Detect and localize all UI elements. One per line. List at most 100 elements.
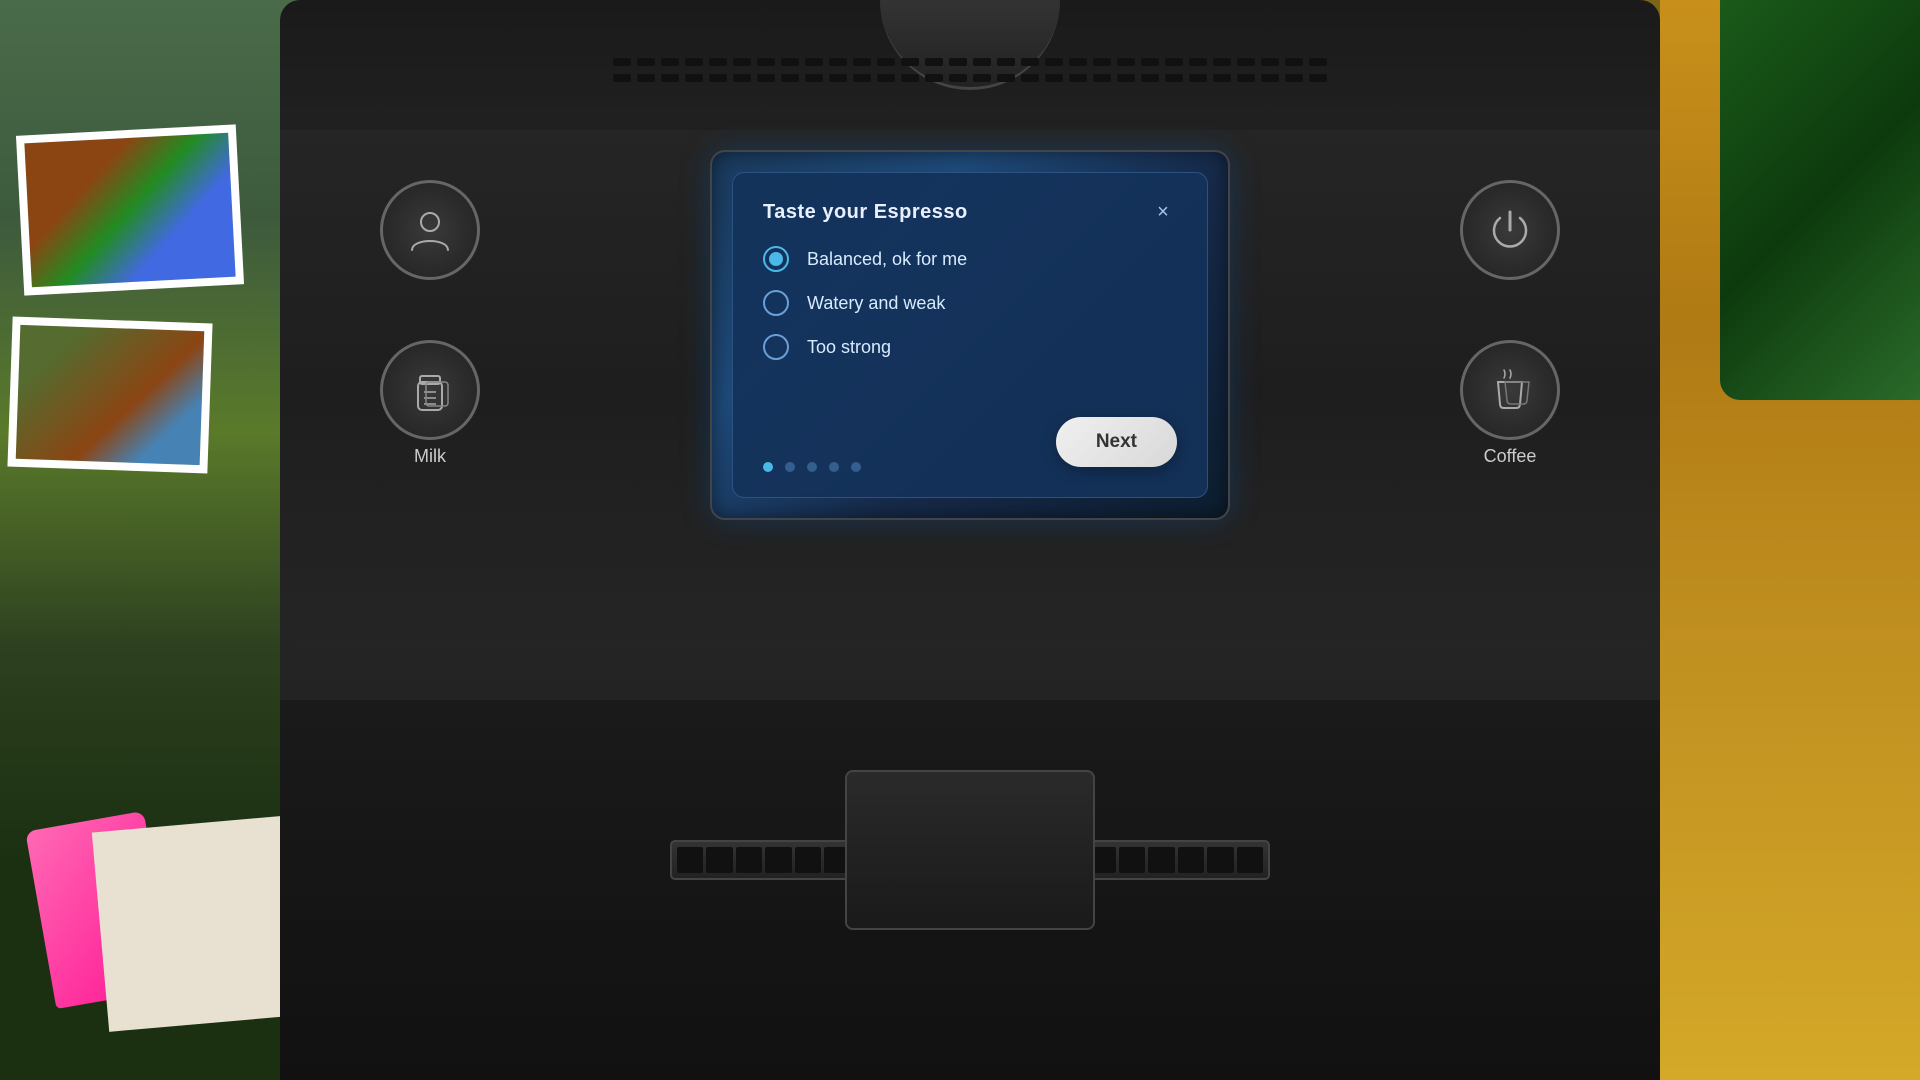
- vent-slot: [709, 74, 727, 82]
- espresso-machine-body: Milk Taste your Espresso × Balanced, ok: [280, 0, 1660, 1080]
- power-button[interactable]: [1460, 180, 1560, 280]
- vent-slot: [1093, 58, 1111, 66]
- vent-slot: [1285, 74, 1303, 82]
- vent-slot: [829, 74, 847, 82]
- vent-slot: [901, 74, 919, 82]
- vent-slot: [1189, 58, 1207, 66]
- vent-slot: [1021, 58, 1039, 66]
- vent-row-1: [613, 58, 1327, 66]
- option-strong[interactable]: Too strong: [763, 334, 1177, 360]
- vent-slot: [829, 58, 847, 66]
- vent-slot: [805, 58, 823, 66]
- left-background-area: [0, 0, 320, 1080]
- dialog-title: Taste your Espresso: [763, 201, 968, 224]
- vent-slot: [1069, 74, 1087, 82]
- coffee-button[interactable]: Coffee: [1460, 340, 1560, 440]
- vent-slot: [757, 58, 775, 66]
- vent-slot: [1141, 58, 1159, 66]
- vent-slot: [1045, 74, 1063, 82]
- person-icon: [404, 204, 456, 256]
- progress-dot-3: [807, 462, 817, 472]
- vent-slot: [853, 58, 871, 66]
- close-button[interactable]: ×: [1149, 198, 1177, 226]
- radio-balanced[interactable]: [763, 246, 789, 272]
- vent-slot: [1165, 58, 1183, 66]
- vent-slot: [1261, 58, 1279, 66]
- vent-slot: [781, 74, 799, 82]
- progress-dot-1: [763, 462, 773, 472]
- progress-dot-4: [829, 462, 839, 472]
- coffee-button-label: Coffee: [1484, 446, 1537, 467]
- vent-slot: [1045, 58, 1063, 66]
- option-balanced-label: Balanced, ok for me: [807, 249, 967, 270]
- vent-slot: [973, 74, 991, 82]
- vent-slot: [877, 74, 895, 82]
- vent-slot: [1093, 74, 1111, 82]
- vent-slot: [1237, 74, 1255, 82]
- vent-slot: [1309, 58, 1327, 66]
- vent-slot: [637, 74, 655, 82]
- vent-slot: [1309, 74, 1327, 82]
- milk-button-label: Milk: [414, 446, 446, 467]
- machine-bottom-section: [280, 700, 1660, 1080]
- vent-slot: [1213, 74, 1231, 82]
- vent-slot: [757, 74, 775, 82]
- vent-slot: [925, 58, 943, 66]
- green-object: [1720, 0, 1920, 400]
- vent-slot: [1141, 74, 1159, 82]
- vent-slot: [1165, 74, 1183, 82]
- milk-button[interactable]: Milk: [380, 340, 480, 440]
- wooden-counter: [1660, 0, 1920, 1080]
- ventilation-grille: [520, 30, 1420, 110]
- vent-slot: [733, 74, 751, 82]
- option-watery[interactable]: Watery and weak: [763, 290, 1177, 316]
- radio-strong[interactable]: [763, 334, 789, 360]
- vent-slot: [781, 58, 799, 66]
- cup-platform: [845, 770, 1095, 930]
- vent-slot: [637, 58, 655, 66]
- progress-dot-2: [785, 462, 795, 472]
- vent-slot: [1021, 74, 1039, 82]
- vent-slot: [901, 58, 919, 66]
- vent-slot: [997, 74, 1015, 82]
- vent-slot: [685, 74, 703, 82]
- vent-row-2: [613, 74, 1327, 82]
- vent-slot: [877, 58, 895, 66]
- milk-icon: [404, 364, 456, 416]
- vent-slot: [853, 74, 871, 82]
- coffee-cup-icon: [1484, 364, 1536, 416]
- vent-slot: [661, 74, 679, 82]
- option-balanced[interactable]: Balanced, ok for me: [763, 246, 1177, 272]
- next-button[interactable]: Next: [1056, 417, 1177, 467]
- vent-slot: [949, 74, 967, 82]
- vent-slot: [685, 58, 703, 66]
- vent-slot: [1213, 58, 1231, 66]
- radio-watery[interactable]: [763, 290, 789, 316]
- power-icon: [1484, 204, 1536, 256]
- vent-slot: [613, 58, 631, 66]
- vent-slot: [1069, 58, 1087, 66]
- vent-slot: [925, 74, 943, 82]
- vent-slot: [1261, 74, 1279, 82]
- profile-button[interactable]: [380, 180, 480, 280]
- right-button-group: Coffee: [1460, 180, 1560, 440]
- vent-slot: [973, 58, 991, 66]
- vent-slot: [1285, 58, 1303, 66]
- vent-slot: [733, 58, 751, 66]
- screen-container: Taste your Espresso × Balanced, ok for m…: [710, 150, 1230, 520]
- taste-options-group: Balanced, ok for me Watery and weak Too …: [763, 246, 1177, 437]
- machine-screen: Taste your Espresso × Balanced, ok for m…: [710, 150, 1230, 520]
- left-button-group: Milk: [380, 180, 480, 440]
- vent-slot: [613, 74, 631, 82]
- option-strong-label: Too strong: [807, 337, 891, 358]
- vent-slot: [805, 74, 823, 82]
- vent-slot: [709, 58, 727, 66]
- vent-slot: [949, 58, 967, 66]
- taste-espresso-dialog: Taste your Espresso × Balanced, ok for m…: [732, 172, 1208, 498]
- machine-panel: Milk Taste your Espresso × Balanced, ok: [280, 130, 1660, 650]
- vent-slot: [1189, 74, 1207, 82]
- vent-slot: [661, 58, 679, 66]
- vent-slot: [1237, 58, 1255, 66]
- progress-dot-5: [851, 462, 861, 472]
- option-watery-label: Watery and weak: [807, 293, 945, 314]
